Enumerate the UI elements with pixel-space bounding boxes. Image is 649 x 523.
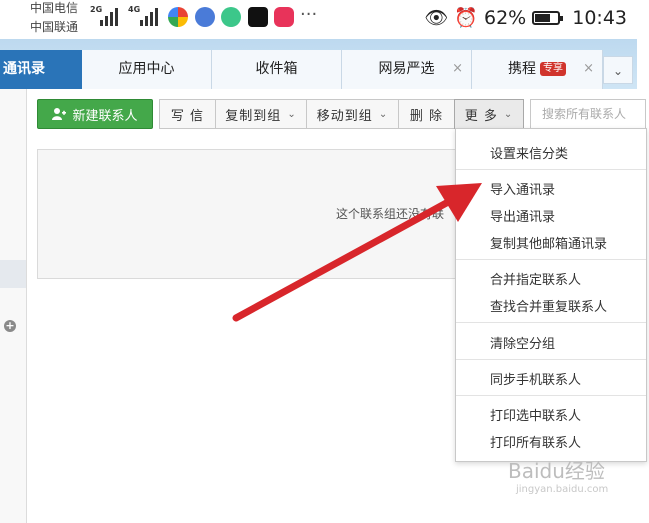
tiktok-app-icon bbox=[248, 7, 268, 27]
tab-ctrip[interactable]: 携程 专享 × bbox=[472, 50, 603, 89]
chevron-down-icon: ⌄ bbox=[503, 108, 514, 120]
carrier-1: 中国电信 bbox=[30, 1, 79, 15]
close-icon[interactable]: × bbox=[452, 50, 463, 88]
write-mail-label: 写 信 bbox=[170, 108, 205, 124]
more-label: 更 多 bbox=[464, 108, 498, 124]
menu-divider bbox=[456, 395, 646, 396]
tab-label: 网易严选 bbox=[378, 61, 435, 77]
menu-item-find-duplicates[interactable]: 查找合并重复联系人 bbox=[490, 296, 607, 315]
menu-divider bbox=[456, 259, 646, 260]
status-right-group: 👁 ⏰ 62% 10:43 bbox=[424, 6, 627, 30]
browser-app-icon bbox=[168, 7, 188, 27]
delete-button[interactable]: 删 除 bbox=[398, 99, 455, 129]
close-icon[interactable]: × bbox=[583, 50, 594, 88]
carrier-2: 中国联通 bbox=[30, 20, 79, 34]
watermark-url: jingyan.baidu.com bbox=[516, 484, 609, 495]
video-app-icon bbox=[274, 7, 294, 27]
move-to-group-label: 移动到组 bbox=[316, 108, 373, 124]
tab-overflow-button[interactable]: ⌄ bbox=[603, 56, 633, 84]
chat-app-icon bbox=[221, 7, 241, 27]
battery-icon bbox=[532, 10, 564, 25]
status-bar: 中国电信 中国联通 2G 4G ··· 👁 ⏰ 62% 10:43 bbox=[0, 0, 649, 38]
menu-item-import-contacts[interactable]: 导入通讯录 bbox=[490, 179, 555, 198]
tab-app-center[interactable]: 应用中心 bbox=[82, 50, 212, 89]
new-contact-button[interactable]: 新建联系人 bbox=[37, 99, 153, 129]
tab-label: 收件箱 bbox=[255, 61, 298, 77]
more-button[interactable]: 更 多 ⌄ bbox=[454, 99, 524, 129]
menu-divider bbox=[456, 359, 646, 360]
tab-yanxuan[interactable]: 网易严选 × bbox=[342, 50, 472, 89]
clock: 10:43 bbox=[572, 6, 627, 29]
move-to-group-button[interactable]: 移动到组 ⌄ bbox=[306, 99, 399, 129]
chevron-down-icon: ⌄ bbox=[287, 108, 297, 120]
contact-group-sidebar: + bbox=[0, 89, 27, 523]
alarm-icon: ⏰ bbox=[454, 7, 478, 29]
copy-to-group-label: 复制到组 bbox=[225, 108, 282, 124]
menu-item-print-all[interactable]: 打印所有联系人 bbox=[490, 432, 581, 451]
copy-to-group-button[interactable]: 复制到组 ⌄ bbox=[215, 99, 307, 129]
search-contacts-input[interactable]: 搜索所有联系人 bbox=[530, 99, 646, 129]
chevron-down-icon: ⌄ bbox=[612, 64, 624, 78]
signal-icon-2 bbox=[140, 8, 158, 26]
menu-item-clear-empty-groups[interactable]: 清除空分组 bbox=[490, 333, 555, 352]
exclusive-badge: 专享 bbox=[540, 62, 566, 76]
menu-divider bbox=[456, 322, 646, 323]
tab-bar: 通讯录 应用中心 收件箱 网易严选 × 携程 专享 × bbox=[0, 39, 637, 89]
menu-item-export-contacts[interactable]: 导出通讯录 bbox=[490, 206, 555, 225]
menu-item-print-selected[interactable]: 打印选中联系人 bbox=[490, 405, 581, 424]
more-notifications-icon: ··· bbox=[300, 4, 318, 25]
eye-icon: 👁 bbox=[424, 7, 449, 29]
write-mail-button[interactable]: 写 信 bbox=[159, 99, 216, 129]
tab-label: 应用中心 bbox=[118, 61, 175, 77]
delete-label: 删 除 bbox=[409, 108, 444, 124]
menu-item-copy-other-mailbox[interactable]: 复制其他邮箱通讯录 bbox=[490, 233, 607, 252]
menu-item-merge-contacts[interactable]: 合并指定联系人 bbox=[490, 269, 581, 288]
music-app-icon bbox=[195, 7, 215, 27]
menu-item-sync-phone-contacts[interactable]: 同步手机联系人 bbox=[490, 369, 581, 388]
signal-icon-1 bbox=[100, 8, 118, 26]
battery-percent: 62% bbox=[484, 6, 527, 29]
tab-inbox[interactable]: 收件箱 bbox=[212, 50, 342, 89]
network-type-2: 4G bbox=[128, 5, 141, 14]
menu-divider bbox=[456, 169, 646, 170]
watermark-text: Baidu经验 bbox=[508, 459, 605, 483]
add-user-icon bbox=[52, 108, 67, 120]
sidebar-selected-item[interactable] bbox=[0, 260, 26, 288]
tab-label: 携程 bbox=[508, 61, 536, 77]
empty-group-message: 这个联系组还没有联 bbox=[336, 207, 445, 221]
tab-contacts[interactable]: 通讯录 bbox=[0, 50, 82, 89]
add-group-icon[interactable]: + bbox=[4, 320, 16, 332]
more-dropdown-menu: 设置来信分类 导入通讯录 导出通讯录 复制其他邮箱通讯录 合并指定联系人 查找合… bbox=[455, 128, 647, 462]
baidu-watermark: Baidu经验 jingyan.baidu.com bbox=[508, 455, 608, 495]
menu-item-set-mail-category[interactable]: 设置来信分类 bbox=[490, 143, 568, 162]
new-contact-label: 新建联系人 bbox=[72, 108, 138, 124]
chevron-down-icon: ⌄ bbox=[378, 108, 389, 120]
